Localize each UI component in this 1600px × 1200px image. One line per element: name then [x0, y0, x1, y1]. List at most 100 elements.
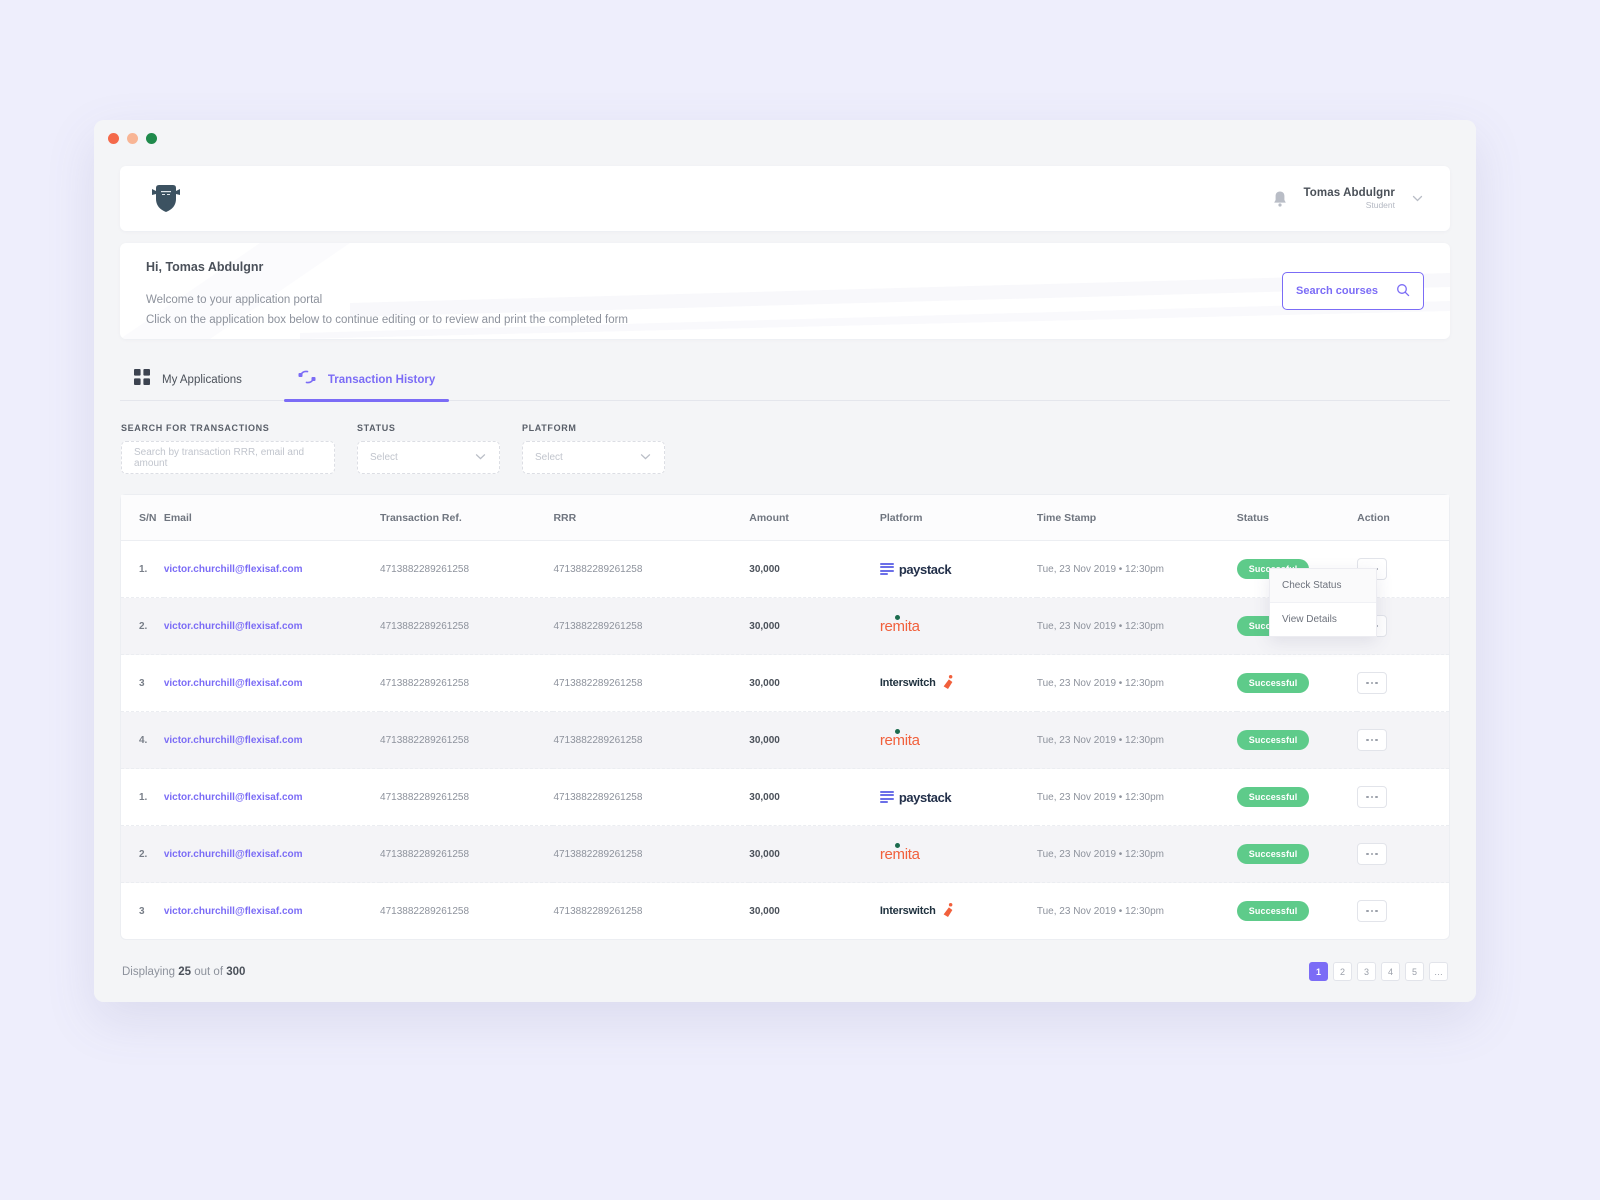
cell-sn: 3 [121, 883, 164, 940]
browser-window: Tomas Abdulgnr Student Hi, Tomas Abdulgn… [94, 120, 1476, 1002]
page-button-3[interactable]: 3 [1357, 962, 1376, 981]
cell-rrr: 4713882289261258 [553, 712, 749, 769]
row-action-button[interactable] [1357, 672, 1387, 694]
platform-remita: remita [880, 732, 1037, 749]
email-link[interactable]: victor.churchill@flexisaf.com [164, 849, 303, 860]
user-info[interactable]: Tomas Abdulgnr Student [1304, 186, 1395, 211]
cell-platform: remita [880, 826, 1037, 883]
filters-bar: SEARCH FOR TRANSACTIONS Search by transa… [120, 423, 1450, 474]
remita-dot-icon [895, 615, 900, 620]
row-action-button[interactable] [1357, 786, 1387, 808]
shield-crest-logo[interactable] [146, 179, 186, 219]
menu-item-check-status[interactable]: Check Status [1270, 569, 1376, 603]
cell-timestamp: Tue, 23 Nov 2019 • 12:30pm [1037, 769, 1237, 826]
table-footer: Displaying 25 out of 300 12345 … [120, 962, 1450, 981]
cell-rrr: 4713882289261258 [553, 655, 749, 712]
table-header: S/N Email Transaction Ref. RRR Amount Pl… [121, 495, 1449, 541]
filter-status-group: STATUS Select [357, 423, 500, 474]
interswitch-icon [941, 902, 955, 921]
transfer-icon [298, 369, 316, 390]
chevron-down-icon[interactable] [1411, 192, 1424, 205]
cell-transaction-ref: 4713882289261258 [380, 541, 553, 598]
cell-sn: 1. [121, 541, 164, 598]
cell-timestamp: Tue, 23 Nov 2019 • 12:30pm [1037, 541, 1237, 598]
email-link[interactable]: victor.churchill@flexisaf.com [164, 678, 303, 689]
table-row: 3victor.churchill@flexisaf.com4713882289… [121, 883, 1449, 940]
tab-my-applications[interactable]: My Applications [134, 359, 242, 401]
bell-icon[interactable] [1272, 190, 1288, 208]
filter-search-group: SEARCH FOR TRANSACTIONS Search by transa… [121, 423, 335, 474]
cell-action [1357, 769, 1449, 826]
platform-paystack: paystack [880, 790, 1037, 805]
email-link[interactable]: victor.churchill@flexisaf.com [164, 735, 303, 746]
cell-amount: 30,000 [749, 655, 880, 712]
table-row: 2.victor.churchill@flexisaf.com471388228… [121, 598, 1449, 655]
transactions-table-card: S/N Email Transaction Ref. RRR Amount Pl… [120, 494, 1450, 940]
page-button-4[interactable]: 4 [1381, 962, 1400, 981]
interswitch-icon [941, 674, 955, 693]
cell-timestamp: Tue, 23 Nov 2019 • 12:30pm [1037, 883, 1237, 940]
cell-sn: 2. [121, 598, 164, 655]
column-header-email: Email [164, 495, 380, 541]
chevron-down-icon [474, 450, 487, 466]
menu-item-view-details[interactable]: View Details [1270, 603, 1376, 636]
window-maximize-button[interactable] [146, 133, 157, 144]
cell-action [1357, 655, 1449, 712]
email-link[interactable]: victor.churchill@flexisaf.com [164, 792, 303, 803]
platform-label: Interswitch [880, 677, 936, 689]
grid-icon [134, 369, 150, 390]
platform-label: paystack [899, 562, 951, 577]
cell-platform: Interswitch [880, 655, 1037, 712]
displaying-text: Displaying 25 out of 300 [122, 966, 245, 978]
cell-email: victor.churchill@flexisaf.com [164, 598, 380, 655]
row-action-button[interactable] [1357, 900, 1387, 922]
column-header-timestamp: Time Stamp [1037, 495, 1237, 541]
row-action-button[interactable] [1357, 843, 1387, 865]
search-courses-button[interactable]: Search courses [1282, 272, 1424, 310]
app-viewport: Tomas Abdulgnr Student Hi, Tomas Abdulgn… [94, 166, 1476, 1002]
welcome-banner: Hi, Tomas Abdulgnr Welcome to your appli… [120, 243, 1450, 339]
page-button-1[interactable]: 1 [1309, 962, 1328, 981]
cell-email: victor.churchill@flexisaf.com [164, 541, 380, 598]
greeting-text: Hi, Tomas Abdulgnr [146, 260, 1424, 274]
displaying-total: 300 [226, 966, 245, 978]
tab-my-applications-label: My Applications [162, 374, 242, 386]
page-button-2[interactable]: 2 [1333, 962, 1352, 981]
cell-sn: 3 [121, 655, 164, 712]
status-filter-select[interactable]: Select [357, 441, 500, 474]
status-badge: Successful [1237, 787, 1310, 807]
table-header-row: S/N Email Transaction Ref. RRR Amount Pl… [121, 495, 1449, 541]
tab-transaction-history[interactable]: Transaction History [298, 359, 435, 401]
cell-email: victor.churchill@flexisaf.com [164, 883, 380, 940]
email-link[interactable]: victor.churchill@flexisaf.com [164, 564, 303, 575]
page-button-…[interactable]: … [1429, 962, 1448, 981]
cell-platform: remita [880, 598, 1037, 655]
column-header-ref: Transaction Ref. [380, 495, 553, 541]
column-header-rrr: RRR [553, 495, 749, 541]
platform-filter-select[interactable]: Select [522, 441, 665, 474]
window-close-button[interactable] [108, 133, 119, 144]
cell-platform: paystack [880, 541, 1037, 598]
search-transactions-input[interactable]: Search by transaction RRR, email and amo… [121, 441, 335, 474]
cell-action [1357, 883, 1449, 940]
row-action-button[interactable] [1357, 729, 1387, 751]
platform-interswitch: Interswitch [880, 902, 1037, 921]
table-row: 4.victor.churchill@flexisaf.com471388228… [121, 712, 1449, 769]
window-minimize-button[interactable] [127, 133, 138, 144]
platform-paystack: paystack [880, 562, 1037, 577]
cell-amount: 30,000 [749, 769, 880, 826]
email-link[interactable]: victor.churchill@flexisaf.com [164, 906, 303, 917]
remita-dot-icon [895, 843, 900, 848]
status-badge: Successful [1237, 901, 1310, 921]
page-button-5[interactable]: 5 [1405, 962, 1424, 981]
window-titlebar [94, 120, 1476, 156]
cell-action [1357, 712, 1449, 769]
welcome-line-1: Welcome to your application portal [146, 291, 1424, 311]
displaying-prefix: Displaying [122, 966, 178, 978]
status-filter-value: Select [370, 452, 398, 463]
header-user-area: Tomas Abdulgnr Student [1272, 186, 1424, 211]
cell-action [1357, 826, 1449, 883]
email-link[interactable]: victor.churchill@flexisaf.com [164, 621, 303, 632]
transactions-table: S/N Email Transaction Ref. RRR Amount Pl… [121, 495, 1449, 939]
column-header-platform: Platform [880, 495, 1037, 541]
